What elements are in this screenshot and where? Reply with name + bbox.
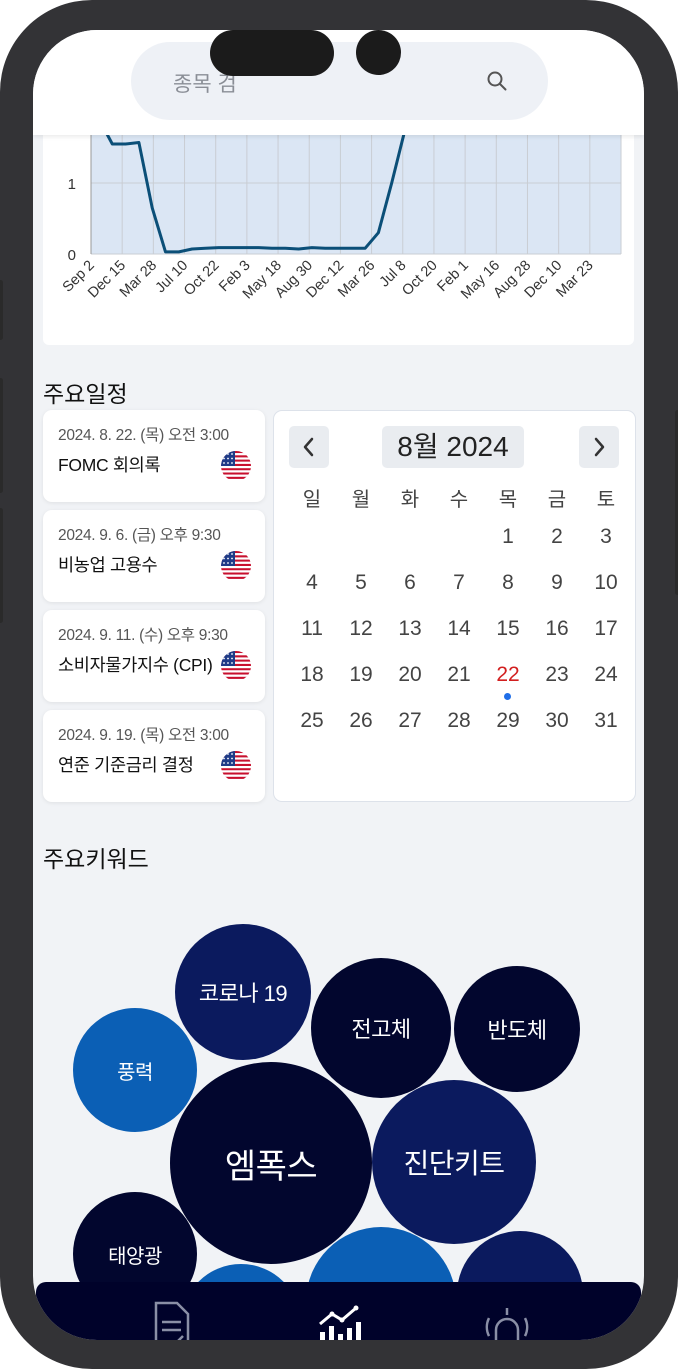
calendar-day[interactable]: 12 — [341, 617, 381, 641]
keyword-bubble[interactable]: 풍력 — [73, 1008, 197, 1132]
top-bar: 종목 검 — [33, 30, 644, 135]
x-tick-label: Oct 22 — [181, 258, 223, 300]
event-date: 2024. 9. 6. (금) 오후 9:30 — [58, 527, 221, 544]
keyword-bubble[interactable]: 전고체 — [311, 958, 451, 1098]
phone-frame: 0 1 Sep 2 Dec 15 Mar 28 Jul 10 Oct 22 Feb 3 May … — [0, 0, 678, 1369]
chevron-left-icon — [303, 437, 314, 457]
calendar-day[interactable]: 23 — [537, 663, 577, 687]
event-card[interactable]: 2024. 9. 19. (목) 오전 3:00 연준 기준금리 결정 — [43, 710, 265, 802]
calendar-day[interactable]: 5 — [341, 571, 381, 595]
weekday-label: 월 — [351, 489, 371, 511]
calendar-day[interactable]: 30 — [537, 709, 577, 733]
calendar-day[interactable]: 6 — [390, 571, 430, 595]
calendar: 8월 2024 일 월 화 수 목 금 토 1 2 3 4 5 6 7 8 9 10 11 12 13 14 15 16 17… — [273, 410, 636, 802]
price-line-chart: 01Sep 2Dec 15Mar 28Jul 10Oct 22Feb 3May … — [60, 100, 622, 302]
calendar-day[interactable]: 1 — [488, 525, 528, 549]
event-date: 2024. 9. 19. (목) 오전 3:00 — [58, 727, 229, 744]
us-flag-icon — [221, 751, 251, 781]
event-card[interactable]: 2024. 8. 22. (목) 오전 3:00 FOMC 회의록 — [43, 410, 265, 502]
alarm-bell-icon[interactable] — [479, 1300, 535, 1340]
weekday-label: 토 — [596, 489, 616, 511]
chevron-right-icon — [594, 437, 605, 457]
event-card[interactable]: 2024. 9. 6. (금) 오후 9:30 비농업 고용수 — [43, 510, 265, 602]
calendar-day[interactable]: 8 — [488, 571, 528, 595]
price-chart-card: 0 1 Sep 2 Dec 15 Mar 28 Jul 10 Oct 22 Feb 3 May … — [43, 100, 634, 345]
keywords-title: 주요키워드 — [43, 846, 149, 872]
bar-chart-trend-icon[interactable] — [316, 1302, 366, 1340]
calendar-day[interactable]: 28 — [439, 709, 479, 733]
event-name: 비농업 고용수 — [58, 555, 158, 575]
calendar-day[interactable]: 10 — [586, 571, 626, 595]
calendar-day[interactable]: 16 — [537, 617, 577, 641]
us-flag-icon — [221, 651, 251, 681]
calendar-day[interactable]: 4 — [292, 571, 332, 595]
calendar-day[interactable]: 25 — [292, 709, 332, 733]
keyword-bubble[interactable]: 반도체 — [454, 966, 580, 1092]
calendar-day[interactable]: 31 — [586, 709, 626, 733]
y-tick-label: 1 — [68, 176, 76, 193]
keyword-label: 엠폭스 — [224, 1147, 318, 1186]
keyword-label: 전고체 — [351, 1017, 411, 1042]
event-name: 소비자물가지수 (CPI) — [58, 655, 213, 675]
calendar-day[interactable]: 9 — [537, 571, 577, 595]
calendar-day[interactable]: 26 — [341, 709, 381, 733]
weekday-label: 목 — [498, 489, 518, 511]
event-name: 연준 기준금리 결정 — [58, 755, 194, 775]
us-flag-icon — [221, 551, 251, 581]
calendar-day[interactable]: 29 — [488, 709, 528, 733]
calendar-day[interactable]: 24 — [586, 663, 626, 687]
keyword-bubble[interactable]: 진단키트 — [372, 1080, 536, 1244]
prev-month-button[interactable] — [289, 426, 329, 468]
weekday-label: 일 — [302, 489, 322, 511]
calendar-month-title[interactable]: 8월 2024 — [382, 426, 524, 468]
calendar-day-today[interactable]: 22 — [488, 663, 528, 687]
document-check-icon[interactable] — [153, 1300, 195, 1340]
x-tick-label: Oct 20 — [399, 258, 441, 300]
event-dot — [504, 693, 511, 700]
y-tick-label: 0 — [68, 247, 76, 264]
search-bar[interactable]: 종목 검 — [131, 42, 548, 120]
calendar-day[interactable]: 13 — [390, 617, 430, 641]
weekday-label: 화 — [400, 489, 420, 511]
calendar-day[interactable]: 17 — [586, 617, 626, 641]
volume-down-button — [0, 508, 3, 623]
calendar-day[interactable]: 21 — [439, 663, 479, 687]
calendar-day[interactable]: 14 — [439, 617, 479, 641]
calendar-day[interactable]: 20 — [390, 663, 430, 687]
mute-switch — [0, 280, 3, 340]
event-card[interactable]: 2024. 9. 11. (수) 오후 9:30 소비자물가지수 (CPI) — [43, 610, 265, 702]
calendar-day[interactable]: 3 — [586, 525, 626, 549]
event-date: 2024. 8. 22. (목) 오전 3:00 — [58, 427, 229, 444]
us-flag-icon — [221, 451, 251, 481]
calendar-day[interactable]: 2 — [537, 525, 577, 549]
app-screen: 0 1 Sep 2 Dec 15 Mar 28 Jul 10 Oct 22 Feb 3 May … — [33, 30, 644, 1340]
calendar-day[interactable]: 18 — [292, 663, 332, 687]
keyword-label: 코로나 19 — [198, 981, 288, 1006]
calendar-day[interactable]: 7 — [439, 571, 479, 595]
schedule-title: 주요일정 — [43, 381, 128, 407]
search-icon[interactable] — [486, 70, 508, 92]
front-camera — [356, 30, 401, 75]
event-name: FOMC 회의록 — [58, 455, 161, 475]
event-date: 2024. 9. 11. (수) 오후 9:30 — [58, 627, 228, 644]
keyword-label: 풍력 — [117, 1061, 153, 1084]
volume-up-button — [0, 378, 3, 493]
keyword-label: 반도체 — [487, 1018, 547, 1043]
weekday-label: 수 — [449, 489, 469, 511]
keyword-bubble[interactable]: 코로나 19 — [175, 924, 311, 1060]
weekday-label: 금 — [547, 489, 567, 511]
calendar-day[interactable]: 15 — [488, 617, 528, 641]
next-month-button[interactable] — [579, 426, 619, 468]
keyword-label: 진단키트 — [403, 1148, 505, 1179]
keyword-bubble[interactable]: 엠폭스 — [170, 1062, 372, 1264]
calendar-day[interactable]: 27 — [390, 709, 430, 733]
calendar-day[interactable]: 19 — [341, 663, 381, 687]
dynamic-island — [210, 30, 334, 76]
calendar-day[interactable]: 11 — [292, 617, 332, 641]
keyword-label: 태양광 — [108, 1245, 162, 1268]
bottom-nav-bar — [36, 1282, 641, 1340]
